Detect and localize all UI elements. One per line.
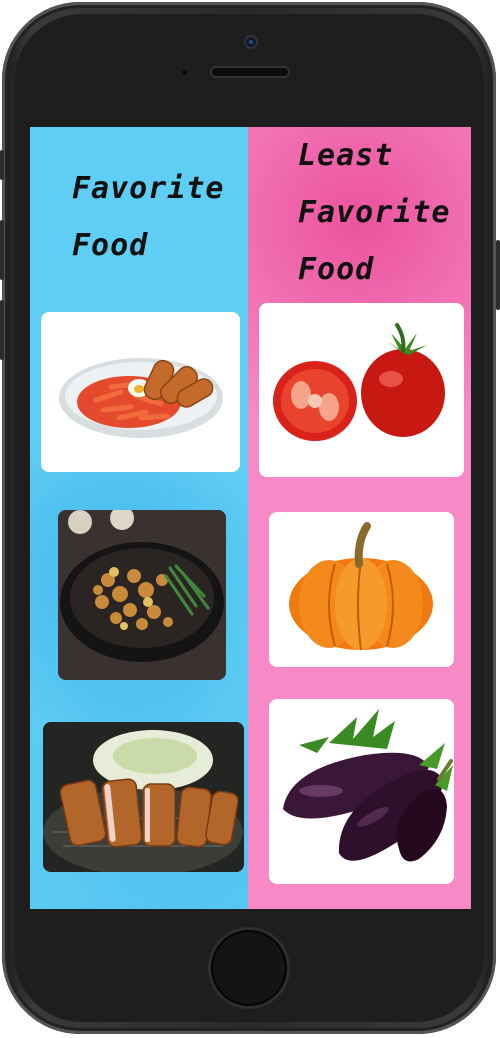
grilled-pork-pan-icon: [58, 510, 226, 680]
volume-up-button: [0, 220, 4, 280]
tonkatsu-cutlet-icon: [43, 722, 244, 872]
food-card-tteokbokki[interactable]: [41, 312, 240, 472]
least-favorite-food-title: Least Favorite Food: [298, 127, 451, 298]
home-button[interactable]: [211, 930, 287, 1006]
food-card-pumpkin[interactable]: [269, 512, 454, 667]
favorite-food-title: Favorite Food: [72, 160, 225, 274]
volume-down-button: [0, 300, 4, 360]
food-card-eggplant[interactable]: [269, 699, 454, 884]
pumpkin-icon: [289, 522, 433, 651]
tteokbokki-plate-icon: [59, 358, 223, 438]
silent-switch: [0, 150, 4, 180]
food-card-grilled-pork[interactable]: [58, 510, 226, 680]
food-card-tomato[interactable]: [259, 303, 464, 477]
food-card-tonkatsu[interactable]: [43, 722, 244, 872]
app-screen: Favorite Food Least Favorite Food: [30, 127, 471, 909]
least-title-line3: Food: [298, 252, 375, 287]
least-title-line2: Favorite: [298, 195, 451, 230]
power-button: [496, 240, 500, 310]
favorite-title-line2: Food: [72, 228, 149, 263]
least-title-line1: Least: [298, 138, 394, 173]
favorite-title-line1: Favorite: [72, 171, 225, 206]
front-camera-icon: [246, 37, 256, 47]
earpiece-speaker: [212, 68, 288, 76]
tomato-icon: [273, 323, 445, 441]
eggplant-icon: [283, 709, 453, 862]
proximity-sensor: [182, 70, 187, 75]
